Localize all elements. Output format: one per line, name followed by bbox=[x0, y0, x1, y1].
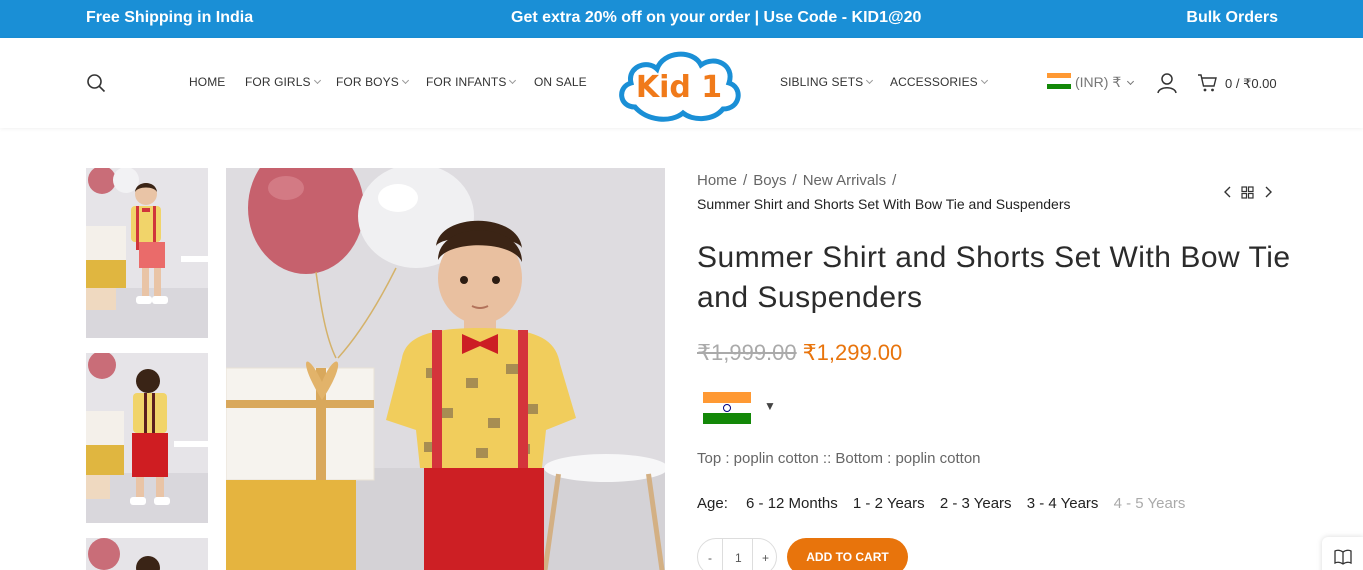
product-navigation bbox=[1224, 186, 1272, 199]
currency-switcher[interactable]: (INR) ₹ bbox=[1047, 73, 1135, 91]
floating-widget-button[interactable] bbox=[1322, 537, 1363, 570]
india-flag-icon[interactable] bbox=[703, 392, 751, 424]
grid-icon[interactable] bbox=[1241, 186, 1254, 199]
chevron-down-icon bbox=[980, 76, 988, 85]
quantity-input[interactable]: 1 bbox=[735, 551, 742, 565]
breadcrumb-new-arrivals[interactable]: New Arrivals bbox=[803, 172, 886, 189]
original-price: ₹1,999.00 bbox=[697, 340, 797, 365]
age-option-unavailable: 4 - 5 Years bbox=[1113, 495, 1186, 512]
chevron-down-icon bbox=[401, 76, 409, 85]
quantity-decrease-button[interactable]: - bbox=[708, 551, 712, 565]
india-flag-icon bbox=[1047, 73, 1071, 89]
previous-product-icon[interactable] bbox=[1224, 186, 1231, 198]
kid1-cloud-logo[interactable]: Kid 1 bbox=[613, 45, 745, 123]
next-product-icon[interactable] bbox=[1265, 186, 1272, 198]
chevron-down-icon bbox=[313, 76, 321, 85]
breadcrumb-home[interactable]: Home bbox=[697, 172, 737, 189]
age-option[interactable]: 1 - 2 Years bbox=[853, 495, 925, 512]
nav-for-infants[interactable]: FOR INFANTS bbox=[426, 75, 517, 89]
site-header: HOME FOR GIRLS FOR BOYS FOR INFANTS ON S… bbox=[0, 38, 1363, 128]
nav-home[interactable]: HOME bbox=[189, 75, 225, 89]
dropdown-triangle-icon[interactable]: ▼ bbox=[764, 399, 776, 413]
chevron-down-icon bbox=[866, 76, 874, 85]
product-thumbnail[interactable] bbox=[86, 538, 208, 570]
sale-price: ₹1,299.00 bbox=[802, 340, 903, 365]
add-to-cart-button[interactable]: ADD TO CART bbox=[787, 538, 908, 570]
book-icon bbox=[1334, 549, 1352, 565]
nav-for-girls[interactable]: FOR GIRLS bbox=[245, 75, 321, 89]
product-photo-back bbox=[86, 353, 208, 523]
nav-on-sale[interactable]: ON SALE bbox=[534, 75, 587, 89]
nav-for-boys[interactable]: FOR BOYS bbox=[336, 75, 409, 89]
product-thumbnail[interactable] bbox=[86, 168, 208, 338]
product-photo-front bbox=[86, 168, 208, 338]
product-title: Summer Shirt and Shorts Set With Bow Tie… bbox=[697, 241, 1291, 314]
age-option[interactable]: 2 - 3 Years bbox=[940, 495, 1012, 512]
age-option[interactable]: 3 - 4 Years bbox=[1027, 495, 1099, 512]
quantity-stepper: - 1 + bbox=[697, 538, 777, 570]
product-price: ₹1,999.00 ₹1,299.00 bbox=[697, 340, 902, 366]
nav-sibling-sets[interactable]: SIBLING SETS bbox=[780, 75, 874, 89]
logo-text: Kid 1 bbox=[636, 70, 722, 105]
age-label: Age: bbox=[697, 495, 728, 512]
promo-code-text: Get extra 20% off on your order | Use Co… bbox=[511, 9, 922, 26]
age-option[interactable]: 6 - 12 Months bbox=[746, 495, 838, 512]
breadcrumb-boys[interactable]: Boys bbox=[753, 172, 786, 189]
cart-summary[interactable]: 0 / ₹0.00 bbox=[1225, 76, 1277, 92]
user-account-icon[interactable] bbox=[1157, 72, 1177, 94]
free-shipping-text: Free Shipping in India bbox=[86, 9, 254, 26]
breadcrumb-current: Summer Shirt and Shorts Set With Bow Tie… bbox=[697, 196, 1071, 212]
chevron-down-icon bbox=[1127, 77, 1135, 86]
cart-icon[interactable] bbox=[1197, 74, 1217, 92]
product-photo-alt bbox=[86, 538, 208, 570]
breadcrumb: Home / Boys / New Arrivals / bbox=[697, 172, 897, 189]
product-main-image[interactable] bbox=[226, 168, 665, 570]
quantity-increase-button[interactable]: + bbox=[762, 551, 769, 565]
nav-accessories[interactable]: ACCESSORIES bbox=[890, 75, 988, 89]
bulk-orders-link[interactable]: Bulk Orders bbox=[1186, 9, 1278, 27]
age-selector: Age: 6 - 12 Months 1 - 2 Years 2 - 3 Yea… bbox=[697, 495, 1196, 512]
product-photo-main bbox=[226, 168, 665, 570]
search-icon[interactable] bbox=[86, 73, 106, 93]
promo-bar: Free Shipping in India Get extra 20% off… bbox=[0, 0, 1363, 38]
fabric-description: Top : poplin cotton :: Bottom : poplin c… bbox=[697, 450, 981, 467]
chevron-down-icon bbox=[509, 76, 517, 85]
product-thumbnail[interactable] bbox=[86, 353, 208, 523]
